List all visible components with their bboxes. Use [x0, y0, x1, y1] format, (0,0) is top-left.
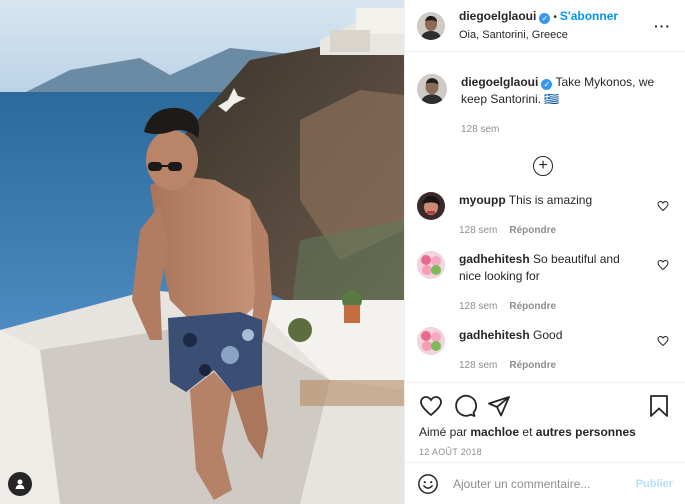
caption-body: diegoelglaoui ✓ Take Mykonos, we keep San…	[461, 74, 661, 138]
verified-badge-icon: ✓	[541, 79, 553, 90]
user-tag-icon	[15, 479, 25, 489]
profile-picture	[417, 74, 447, 104]
comment-body: gadhehitesh So beautiful and nice lookin…	[459, 251, 639, 315]
comments-section: diegoelglaoui ✓ Take Mykonos, we keep San…	[405, 52, 685, 382]
reply-button[interactable]: Répondre	[509, 360, 556, 371]
caption-avatar[interactable]	[417, 74, 447, 104]
more-options-button[interactable]: ···	[654, 18, 671, 34]
separator-dot: •	[553, 11, 557, 23]
follow-button[interactable]: S'abonner	[560, 9, 618, 23]
heart-icon[interactable]	[657, 259, 669, 271]
comment-item: gadhehitesh So beautiful and nice lookin…	[417, 251, 669, 315]
post-photo[interactable]	[0, 0, 404, 504]
comment-text: This is amazing	[508, 193, 593, 207]
heart-icon[interactable]	[657, 335, 669, 347]
username-link[interactable]: diegoelglaoui	[459, 9, 536, 23]
comment-item: gadhehitesh Good 128 sem Répondre	[417, 327, 669, 374]
comment-username[interactable]: gadhehitesh	[459, 328, 530, 342]
liked-and: et	[522, 425, 533, 439]
comment-time[interactable]: 128 sem	[459, 225, 497, 236]
comment-icon[interactable]	[453, 394, 477, 418]
liked-prefix: Aimé par	[419, 425, 468, 439]
comment-meta: 128 sem Répondre	[459, 298, 639, 315]
comment-body: myoupp This is amazing 128 sem Répondre	[459, 192, 639, 239]
commenter-picture	[417, 192, 445, 220]
comment-time[interactable]: 128 sem	[459, 301, 497, 312]
liked-by: Aimé par machloe et autres personnes	[419, 425, 671, 439]
publish-button[interactable]: Publier	[636, 478, 673, 490]
comment-username[interactable]: myoupp	[459, 193, 506, 207]
caption-username[interactable]: diegoelglaoui	[461, 75, 538, 89]
comment-meta: 128 sem Répondre	[459, 357, 639, 374]
instagram-post: diegoelglaoui ✓ • S'abonner Oia, Santorini,…	[0, 0, 685, 504]
avatar[interactable]	[417, 11, 445, 40]
header-text: diegoelglaoui ✓ • S'abonner Oia, Santorini,…	[459, 9, 618, 43]
comment-time[interactable]: 128 sem	[459, 360, 497, 371]
comment-item: myoupp This is amazing 128 sem Répondre	[417, 192, 669, 239]
post-actions: Aimé par machloe et autres personnes 12 …	[405, 382, 685, 504]
action-icons	[419, 393, 671, 419]
comment-body: gadhehitesh Good 128 sem Répondre	[459, 327, 639, 374]
liked-others-link[interactable]: autres personnes	[536, 425, 636, 439]
reply-button[interactable]: Répondre	[509, 301, 556, 312]
location-link[interactable]: Oia, Santorini, Greece	[459, 28, 618, 43]
bookmark-icon[interactable]	[647, 394, 671, 418]
post-date[interactable]: 12 AOÛT 2018	[419, 447, 671, 457]
verified-badge-icon: ✓	[539, 12, 551, 24]
post-header: diegoelglaoui ✓ • S'abonner Oia, Santorini,…	[405, 0, 685, 52]
comment-text: Good	[533, 328, 563, 342]
reply-button[interactable]: Répondre	[509, 225, 556, 236]
post-sidebar: diegoelglaoui ✓ • S'abonner Oia, Santorini,…	[404, 0, 685, 504]
load-more-button[interactable]: +	[533, 156, 553, 176]
commenter-avatar[interactable]	[417, 192, 445, 220]
emoji-icon[interactable]	[417, 473, 439, 495]
heart-icon[interactable]	[657, 200, 669, 212]
comment-meta: 128 sem Répondre	[459, 222, 639, 239]
comment-input[interactable]	[453, 476, 636, 491]
add-comment-bar: Publier	[405, 462, 685, 504]
commenter-picture	[417, 327, 445, 355]
caption: diegoelglaoui ✓ Take Mykonos, we keep San…	[417, 74, 669, 138]
user-tag-button[interactable]	[8, 472, 32, 496]
comment-username[interactable]: gadhehitesh	[459, 252, 530, 266]
load-more-comments: +	[417, 156, 669, 176]
paper-plane-icon[interactable]	[487, 394, 511, 418]
caption-time[interactable]: 128 sem	[461, 121, 661, 138]
santorini-photo	[0, 0, 404, 504]
liked-user-link[interactable]: machloe	[470, 425, 519, 439]
commenter-avatar[interactable]	[417, 251, 445, 279]
heart-icon[interactable]	[419, 394, 443, 418]
profile-picture	[417, 11, 445, 40]
commenter-avatar[interactable]	[417, 327, 445, 355]
commenter-picture	[417, 251, 445, 279]
